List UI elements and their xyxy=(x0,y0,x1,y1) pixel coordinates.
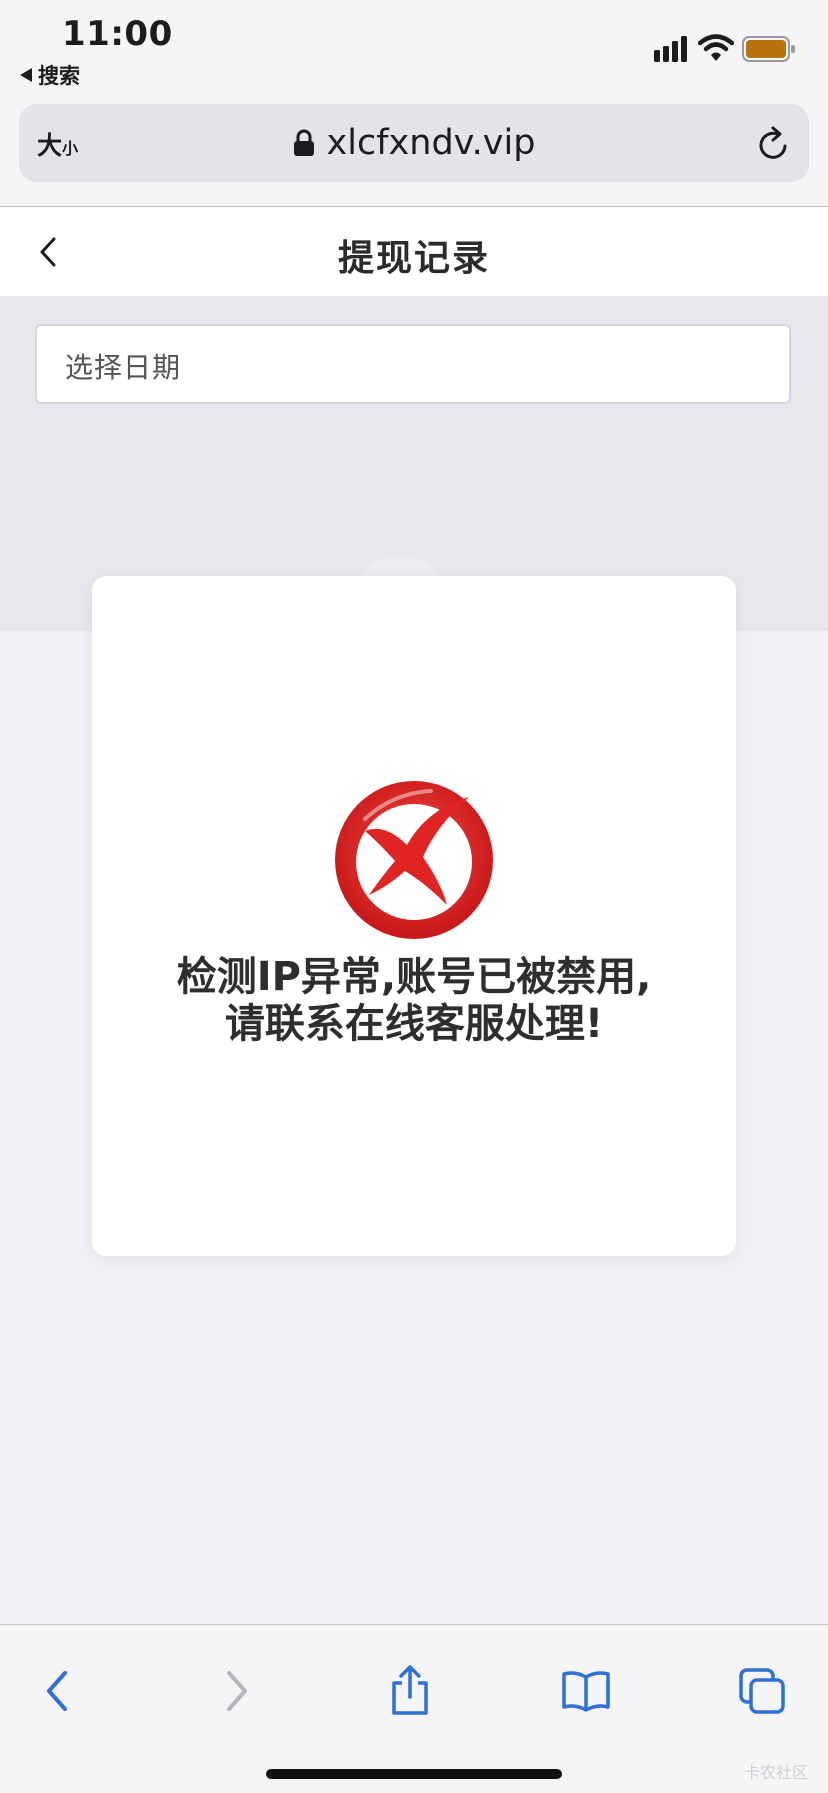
date-picker-placeholder: 选择日期 xyxy=(65,351,182,384)
toolbar-bookmarks-button[interactable] xyxy=(556,1661,616,1721)
alert-message: 检测IP异常,账号已被禁用, 请联系在线客服处理! xyxy=(92,954,736,1048)
browser-address-area: 大小 xlcfxndv.vip xyxy=(0,94,828,207)
date-picker-input[interactable]: 选择日期 xyxy=(35,324,791,404)
chevron-left-icon xyxy=(47,1671,67,1711)
bookmarks-book-icon xyxy=(562,1671,610,1712)
tabs-icon xyxy=(739,1668,785,1714)
url-group[interactable]: xlcfxndv.vip xyxy=(19,104,809,182)
browser-toolbar: 卡农社区 xyxy=(0,1624,828,1793)
toolbar-share-button[interactable] xyxy=(380,1661,440,1721)
watermark: 卡农社区 xyxy=(743,1763,808,1782)
address-bar[interactable]: 大小 xlcfxndv.vip xyxy=(19,104,809,182)
back-to-app-label: 搜索 xyxy=(38,64,80,88)
cellular-signal-icon xyxy=(654,36,687,62)
wifi-icon xyxy=(698,34,734,61)
toolbar-back-button[interactable] xyxy=(28,1661,88,1721)
back-to-app-button[interactable]: 搜索 xyxy=(20,60,80,90)
status-time: 11:00 xyxy=(62,14,173,54)
lock-icon xyxy=(293,129,314,156)
alert-message-line-1: 检测IP异常,账号已被禁用, xyxy=(176,954,652,1000)
share-icon xyxy=(392,1665,428,1715)
toolbar-tabs-button[interactable] xyxy=(732,1661,792,1721)
page-header: 提现记录 xyxy=(0,207,828,296)
page-title: 提现记录 xyxy=(337,238,490,279)
toolbar-forward-button[interactable] xyxy=(206,1661,266,1721)
error-x-icon xyxy=(335,781,493,939)
battery-icon xyxy=(742,36,795,62)
status-bar: 11:00 搜索 xyxy=(0,0,828,94)
alert-message-line-2: 请联系在线客服处理! xyxy=(224,1001,604,1047)
url-text: xlcfxndv.vip xyxy=(326,123,536,163)
alert-dialog: 检测IP异常,账号已被禁用, 请联系在线客服处理! xyxy=(92,576,736,1256)
reload-icon[interactable] xyxy=(757,126,791,162)
home-indicator xyxy=(266,1769,562,1779)
chevron-right-icon xyxy=(227,1671,247,1711)
back-triangle-icon xyxy=(20,68,32,82)
